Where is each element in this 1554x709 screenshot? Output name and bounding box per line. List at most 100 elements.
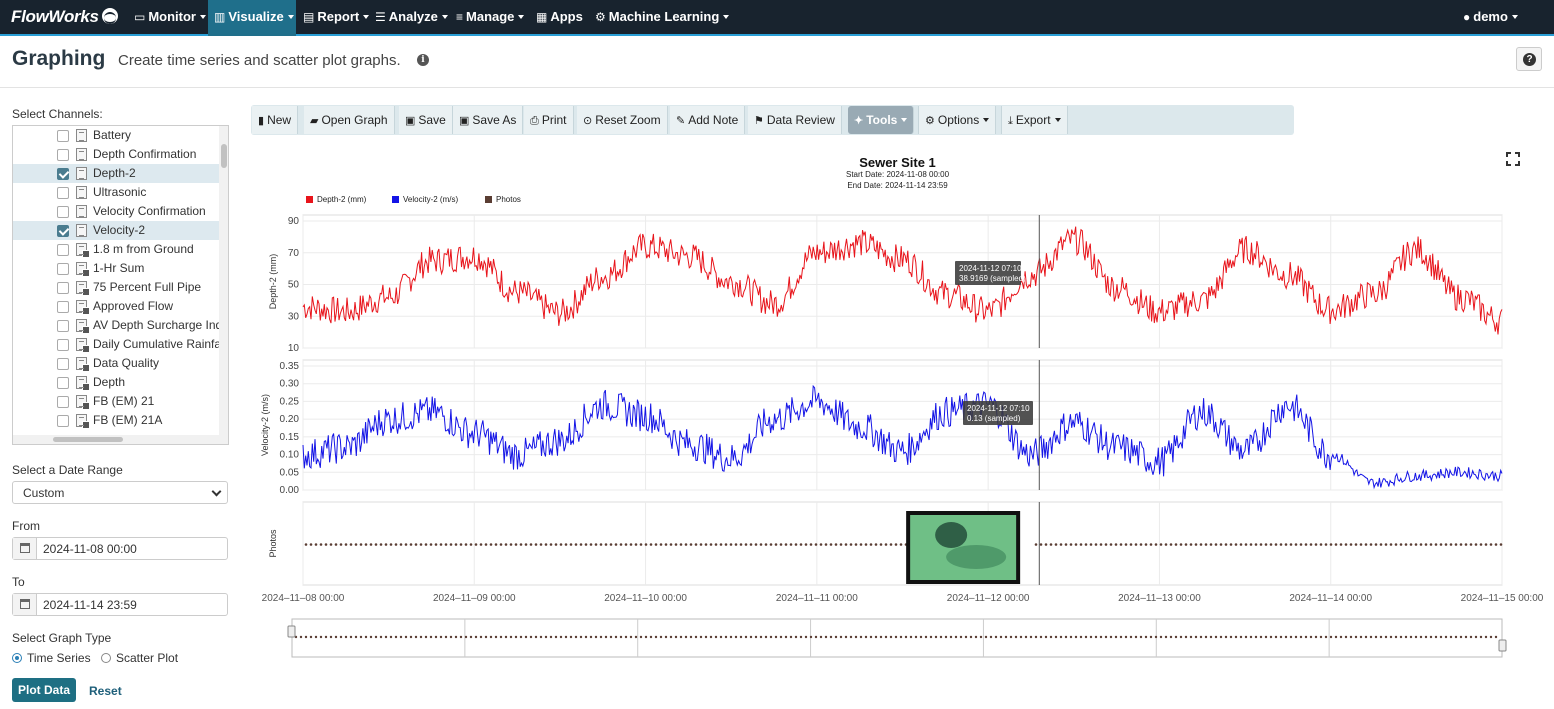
- channel-item[interactable]: Depth: [13, 373, 219, 392]
- channel-item[interactable]: Daily Cumulative Rainfal: [13, 335, 219, 354]
- checkbox[interactable]: [57, 396, 69, 408]
- from-date-input[interactable]: 2024-11-08 00:00: [12, 537, 228, 560]
- channel-item[interactable]: Velocity Confirmation: [13, 202, 219, 221]
- save-as-button[interactable]: ▣ Save As: [453, 106, 524, 134]
- channel-list-horizontal-scrollbar[interactable]: [13, 435, 219, 444]
- checkbox[interactable]: [57, 187, 69, 199]
- navigator-marker: [1444, 635, 1448, 639]
- checkbox[interactable]: [57, 339, 69, 351]
- scrollbar-thumb[interactable]: [221, 144, 227, 168]
- tools-dropdown[interactable]: ✦ Tools: [848, 106, 915, 134]
- channel-list-vertical-scrollbar[interactable]: [219, 126, 228, 444]
- channel-list[interactable]: Battery Depth Confirmation Depth-2 Ultrason…: [12, 125, 229, 445]
- info-icon[interactable]: i: [417, 54, 429, 66]
- channel-item[interactable]: Battery: [13, 126, 219, 145]
- navigator-marker: [1334, 635, 1338, 639]
- navigator-marker: [1174, 635, 1178, 639]
- data-review-button[interactable]: ⚑ Data Review: [748, 106, 842, 134]
- nav-monitor[interactable]: ▭ Monitor: [128, 0, 212, 36]
- nav-apps[interactable]: ▦ Apps: [530, 0, 589, 36]
- photo-marker: [369, 543, 373, 546]
- channel-name: Ultrasonic: [93, 185, 147, 199]
- photo-marker: [384, 543, 388, 546]
- checkbox[interactable]: [57, 301, 69, 313]
- checkbox[interactable]: [57, 320, 69, 332]
- date-range-select[interactable]: Custom: [12, 481, 228, 504]
- navigator-right-handle[interactable]: [1498, 639, 1507, 652]
- photo-marker: [1479, 543, 1483, 546]
- checkbox[interactable]: [57, 377, 69, 389]
- save-button[interactable]: ▣ Save: [399, 106, 453, 134]
- nav-visualize[interactable]: ▥ Visualize: [208, 0, 296, 36]
- channel-name: FB (EM) 21: [93, 394, 155, 408]
- photo-marker: [1384, 543, 1388, 546]
- channel-item[interactable]: Velocity-2: [13, 221, 219, 240]
- channel-item[interactable]: Ultrasonic: [13, 183, 219, 202]
- chart-title: Sewer Site 1: [859, 155, 936, 170]
- navigator-left-handle[interactable]: [287, 625, 296, 638]
- navigator-marker: [954, 635, 958, 639]
- nav-analyze[interactable]: ☰ Analyze: [369, 0, 454, 36]
- photo-marker: [1259, 543, 1263, 546]
- nav-user-menu[interactable]: ● demo: [1457, 0, 1524, 36]
- channel-item[interactable]: Approved Flow: [13, 297, 219, 316]
- channel-item[interactable]: 1-Hr Sum: [13, 259, 219, 278]
- channel-item[interactable]: Depth-2: [13, 164, 219, 183]
- photo-marker: [509, 543, 513, 546]
- checkbox[interactable]: [57, 263, 69, 275]
- checkbox[interactable]: [57, 244, 69, 256]
- export-dropdown[interactable]: ⤓ Export: [1001, 106, 1068, 134]
- channel-item[interactable]: FB (EM) 21: [13, 392, 219, 411]
- nav-manage[interactable]: ≡ Manage: [450, 0, 530, 36]
- floppy-icon: ▣: [459, 115, 470, 127]
- checkbox[interactable]: [57, 130, 69, 142]
- brand-logo[interactable]: FlowWorks: [11, 7, 118, 27]
- channel-item[interactable]: AV Depth Surcharge Ind: [13, 316, 219, 335]
- open-graph-button[interactable]: ▰ Open Graph: [304, 106, 395, 134]
- navigator-marker: [1204, 635, 1208, 639]
- help-button[interactable]: ?: [1516, 47, 1542, 71]
- print-button[interactable]: ⎙ Print: [524, 106, 574, 134]
- legend-item-velocity[interactable]: Velocity-2 (m/s): [392, 195, 458, 204]
- channel-item[interactable]: 1.8 m from Ground: [13, 240, 219, 259]
- legend-item-photos[interactable]: Photos: [485, 195, 521, 204]
- to-date-input[interactable]: 2024-11-14 23:59: [12, 593, 228, 616]
- navigator-marker: [1394, 635, 1398, 639]
- date-range-label: Select a Date Range: [12, 463, 123, 477]
- checkbox[interactable]: [57, 282, 69, 294]
- nav-machine-learning[interactable]: ⚙ Machine Learning: [589, 0, 735, 36]
- photo-marker: [464, 543, 468, 546]
- photo-marker: [319, 543, 323, 546]
- checkbox[interactable]: [57, 358, 69, 370]
- navigator-marker: [1254, 635, 1258, 639]
- legend-item-depth[interactable]: Depth-2 (mm): [306, 195, 366, 204]
- photo-marker: [754, 543, 758, 546]
- new-button[interactable]: ▮ New: [252, 106, 299, 134]
- photo-marker: [1069, 543, 1073, 546]
- photo-marker: [324, 543, 328, 546]
- checkbox[interactable]: [57, 149, 69, 161]
- scrollbar-thumb[interactable]: [53, 437, 123, 442]
- nav-report[interactable]: ▤ Report: [297, 0, 375, 36]
- photo-marker: [1114, 543, 1118, 546]
- checkbox[interactable]: [57, 206, 69, 218]
- checkbox[interactable]: [57, 168, 69, 180]
- navigator-marker: [1329, 635, 1333, 639]
- reset-zoom-button[interactable]: ⊙ Reset Zoom: [577, 106, 668, 134]
- checkbox[interactable]: [57, 225, 69, 237]
- radio-time-series[interactable]: Time Series: [12, 652, 91, 664]
- fullscreen-expand-icon[interactable]: [1506, 152, 1520, 166]
- photo-marker: [709, 543, 713, 546]
- channel-item[interactable]: FB (EM) 21A: [13, 411, 219, 430]
- radio-scatter-plot[interactable]: Scatter Plot: [101, 652, 178, 664]
- reset-button[interactable]: Reset: [89, 684, 122, 698]
- navigator-marker: [1154, 635, 1158, 639]
- add-note-button[interactable]: ✎ Add Note: [670, 106, 746, 134]
- channel-item[interactable]: 75 Percent Full Pipe: [13, 278, 219, 297]
- channel-item[interactable]: Data Quality: [13, 354, 219, 373]
- channel-item[interactable]: Depth Confirmation: [13, 145, 219, 164]
- checkbox[interactable]: [57, 415, 69, 427]
- options-dropdown[interactable]: ⚙ Options: [918, 106, 997, 134]
- y-tick-label: 0.30: [280, 379, 300, 390]
- plot-data-button[interactable]: Plot Data: [12, 678, 76, 702]
